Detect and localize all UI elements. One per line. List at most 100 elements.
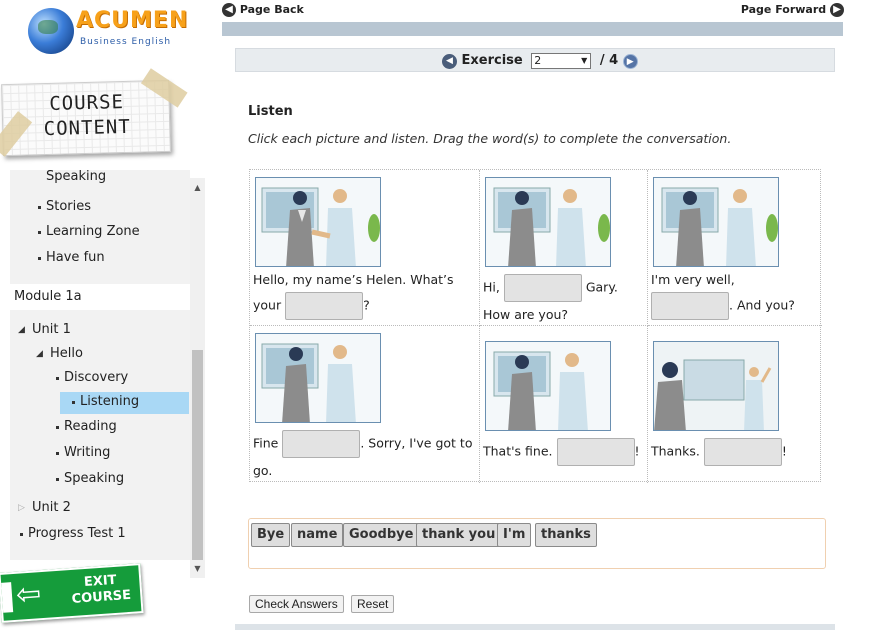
tree-item-label: Speaking bbox=[64, 471, 125, 486]
tree-item-stories[interactable]: Stories bbox=[37, 195, 92, 219]
farewell-picture[interactable] bbox=[255, 333, 381, 423]
next-exercise-icon[interactable]: ▶ bbox=[622, 53, 638, 69]
tree-item-label: Hello bbox=[50, 346, 83, 361]
greeting-illustration bbox=[493, 187, 610, 266]
cell-text-after: . And you? bbox=[729, 297, 795, 313]
activity-title: Listen bbox=[248, 104, 293, 119]
collapsed-arrow-icon[interactable]: ▷ bbox=[18, 496, 25, 520]
sidebar: ACUMEN Business English COURSE CONTENT S… bbox=[0, 0, 210, 630]
expanded-arrow-icon[interactable]: ◢ bbox=[18, 318, 25, 342]
tree-item-have-fun[interactable]: Have fun bbox=[38, 246, 105, 270]
cell-text-before: Hi, bbox=[483, 279, 500, 295]
handshake-picture[interactable] bbox=[255, 177, 381, 267]
exercise-select-value: 2 bbox=[534, 54, 542, 67]
tree-item-label: Discovery bbox=[64, 370, 129, 385]
tree-item-module-1a[interactable]: ◢Module 1a bbox=[14, 285, 82, 309]
tree-item-label: Reading bbox=[64, 419, 117, 434]
acumen-logo[interactable]: ACUMEN Business English bbox=[28, 6, 187, 58]
exit-label-line2: COURSE bbox=[71, 587, 132, 607]
previous-exercise-icon[interactable]: ◀ bbox=[442, 53, 457, 69]
conversation-picture[interactable] bbox=[653, 177, 779, 267]
cell-text-before: Thanks. bbox=[651, 443, 700, 459]
tree-item-speaking[interactable]: Speaking bbox=[55, 467, 125, 491]
tree-item-learning-zone[interactable]: Learning Zone bbox=[38, 220, 140, 244]
tree-item-speaking-top[interactable]: Speaking bbox=[46, 170, 106, 186]
scroll-up-icon[interactable]: ▲ bbox=[190, 180, 205, 195]
expanded-arrow-icon[interactable]: ◢ bbox=[36, 342, 43, 366]
tree-item-label: Learning Zone bbox=[46, 224, 140, 239]
exercise-total: / 4 bbox=[599, 53, 619, 68]
tree-item-label: Unit 2 bbox=[32, 500, 71, 515]
tree-item-discovery[interactable]: Discovery bbox=[55, 366, 129, 390]
course-heading-line2: CONTENT bbox=[43, 115, 132, 141]
word-chip-goodbye[interactable]: Goodbye bbox=[343, 523, 420, 547]
exercise-select[interactable]: 2 bbox=[531, 53, 592, 69]
cell-text-after: ? bbox=[363, 297, 370, 313]
word-chip-im[interactable]: I'm bbox=[497, 523, 532, 547]
tree-item-progress-test-1[interactable]: Progress Test 1 bbox=[20, 522, 126, 546]
farewell-illustration bbox=[261, 343, 356, 422]
course-tree: Speaking Stories Learning Zone Have fun … bbox=[10, 170, 190, 560]
answer-drop-zone[interactable] bbox=[556, 438, 635, 466]
answer-drop-zone[interactable] bbox=[285, 292, 364, 320]
exercise-label: Exercise bbox=[461, 53, 523, 68]
tree-item-reading[interactable]: Reading bbox=[56, 415, 117, 439]
cell-text-before: I'm very well, bbox=[651, 272, 735, 287]
answer-drop-zone[interactable] bbox=[703, 438, 782, 466]
arrow-left-icon: ◀ bbox=[222, 3, 236, 17]
tree-item-label: Writing bbox=[64, 445, 111, 460]
page-back-button[interactable]: ◀ Page Back bbox=[222, 3, 304, 17]
exercise-navigator: ◀ Exercise 2 / 4 ▶ bbox=[442, 52, 638, 70]
conversation-cell: Thanks. ! bbox=[648, 326, 822, 483]
answer-drop-zone[interactable] bbox=[651, 292, 729, 320]
reset-button[interactable]: Reset bbox=[351, 595, 395, 613]
cell-text: Hello, my name’s Helen. What’s your ? bbox=[253, 267, 475, 320]
tree-item-listening[interactable]: Listening bbox=[71, 390, 139, 414]
tree-item-label: Unit 1 bbox=[32, 322, 71, 337]
page-back-label: Page Back bbox=[239, 3, 304, 16]
tree-item-label: Module 1a bbox=[14, 289, 82, 304]
exit-course-button[interactable]: ⇦ EXIT COURSE bbox=[0, 563, 144, 623]
cell-text-after: ! bbox=[781, 443, 787, 459]
activity-instructions: Click each picture and listen. Drag the … bbox=[248, 131, 732, 146]
conversation-cell: Hello, my name’s Helen. What’s your ? bbox=[250, 170, 480, 326]
exercise-bar: ◀ Exercise 2 / 4 ▶ bbox=[235, 48, 835, 72]
cell-text-after: ! bbox=[634, 443, 640, 459]
door-icon bbox=[1, 582, 14, 613]
tree-item-label: Progress Test 1 bbox=[28, 526, 126, 541]
tree-item-unit-2[interactable]: ▷ Unit 2 bbox=[18, 496, 71, 520]
sidebar-scrollbar[interactable]: ▲ ▼ bbox=[190, 178, 205, 578]
tree-item-hello[interactable]: ◢ Hello bbox=[36, 342, 83, 366]
waving-picture[interactable] bbox=[653, 341, 779, 431]
conversation-cell: I'm very well, . And you? bbox=[648, 170, 822, 326]
word-chip-thank-you[interactable]: thank you bbox=[416, 523, 502, 547]
answer-drop-zone[interactable] bbox=[503, 274, 582, 302]
word-chip-thanks[interactable]: thanks bbox=[535, 523, 597, 547]
page-forward-button[interactable]: Page Forward ▶ bbox=[741, 3, 844, 17]
parting-picture[interactable] bbox=[485, 341, 611, 431]
exit-runner-icon: ⇦ bbox=[14, 576, 43, 613]
cell-text: I'm very well, . And you? bbox=[651, 267, 819, 320]
course-heading-line1: COURSE bbox=[49, 91, 125, 115]
cell-text-before: That's fine. bbox=[483, 443, 553, 459]
footer-band bbox=[235, 624, 835, 630]
app-root: ACUMEN Business English COURSE CONTENT S… bbox=[0, 0, 891, 630]
scroll-down-icon[interactable]: ▼ bbox=[190, 561, 205, 576]
scroll-thumb[interactable] bbox=[192, 350, 203, 560]
answer-drop-zone[interactable] bbox=[282, 430, 361, 458]
conversation-illustration bbox=[661, 187, 778, 266]
tree-item-unit-1[interactable]: ◢ Unit 1 bbox=[18, 318, 71, 342]
word-chip-bye[interactable]: Bye bbox=[251, 523, 291, 547]
tree-item-label: Stories bbox=[46, 199, 92, 214]
conversation-cell: That's fine. ! bbox=[480, 326, 648, 483]
conversation-cell: Fine . Sorry, I've got to go. bbox=[250, 326, 480, 483]
greeting-picture[interactable] bbox=[485, 177, 611, 267]
handshake-illustration bbox=[261, 187, 380, 266]
top-navigation: ◀ Page Back Page Forward ▶ bbox=[222, 2, 844, 22]
check-answers-button[interactable]: Check Answers bbox=[249, 595, 344, 613]
tree-item-writing[interactable]: Writing bbox=[55, 441, 111, 465]
conversation-cell: Hi, Gary. How are you? bbox=[480, 170, 648, 326]
cell-text: Fine . Sorry, I've got to go. bbox=[253, 430, 475, 483]
word-chip-name[interactable]: name bbox=[291, 523, 344, 547]
course-content-card: COURSE CONTENT bbox=[0, 68, 188, 157]
